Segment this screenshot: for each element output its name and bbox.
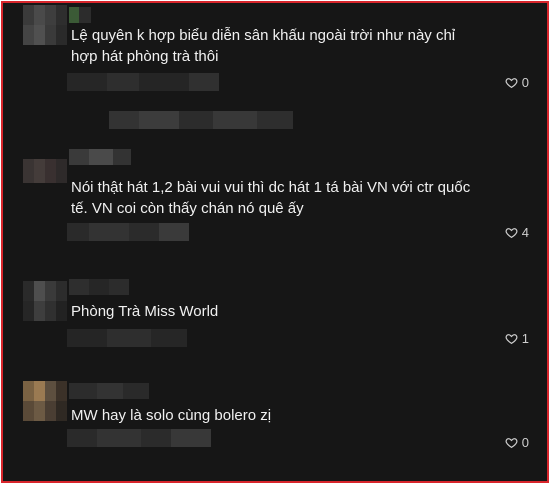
comment-text: Phòng Trà Miss World xyxy=(71,303,219,320)
reply-meta-blurred xyxy=(109,111,293,129)
comment-text: Lệ quyên k hợp biểu diễn sân khấu ngoài … xyxy=(71,27,456,65)
comment-meta-blurred xyxy=(67,223,189,241)
comment-list: Lệ quyên k hợp biểu diễn sân khấu ngoài … xyxy=(1,1,549,483)
like-button[interactable]: 0 xyxy=(505,75,529,90)
comment-meta-blurred xyxy=(67,73,219,91)
avatar-blurred[interactable] xyxy=(23,381,67,421)
avatar-blurred[interactable] xyxy=(23,5,67,45)
comment-text: MW hay là solo cùng bolero zị xyxy=(71,407,272,424)
comment-meta-blurred xyxy=(67,429,211,447)
username-blurred[interactable] xyxy=(69,279,129,295)
heart-outline-icon xyxy=(505,438,518,449)
heart-outline-icon xyxy=(505,78,518,89)
heart-outline-icon xyxy=(505,228,518,239)
like-count: 1 xyxy=(521,331,529,346)
like-count: 0 xyxy=(521,435,529,450)
like-button[interactable]: 0 xyxy=(505,435,529,450)
avatar-blurred[interactable] xyxy=(23,159,67,183)
comment-meta-blurred xyxy=(67,329,187,347)
like-count: 4 xyxy=(521,225,529,240)
username-blurred[interactable] xyxy=(69,383,149,399)
like-button[interactable]: 1 xyxy=(505,331,529,346)
heart-outline-icon xyxy=(505,334,518,345)
like-count: 0 xyxy=(521,75,529,90)
username-blurred[interactable] xyxy=(69,149,131,165)
like-button[interactable]: 4 xyxy=(505,225,529,240)
comment-text: Nói thật hát 1,2 bài vui vui thì dc hát … xyxy=(71,179,471,217)
username-blurred[interactable] xyxy=(69,7,91,23)
avatar-blurred[interactable] xyxy=(23,281,67,321)
